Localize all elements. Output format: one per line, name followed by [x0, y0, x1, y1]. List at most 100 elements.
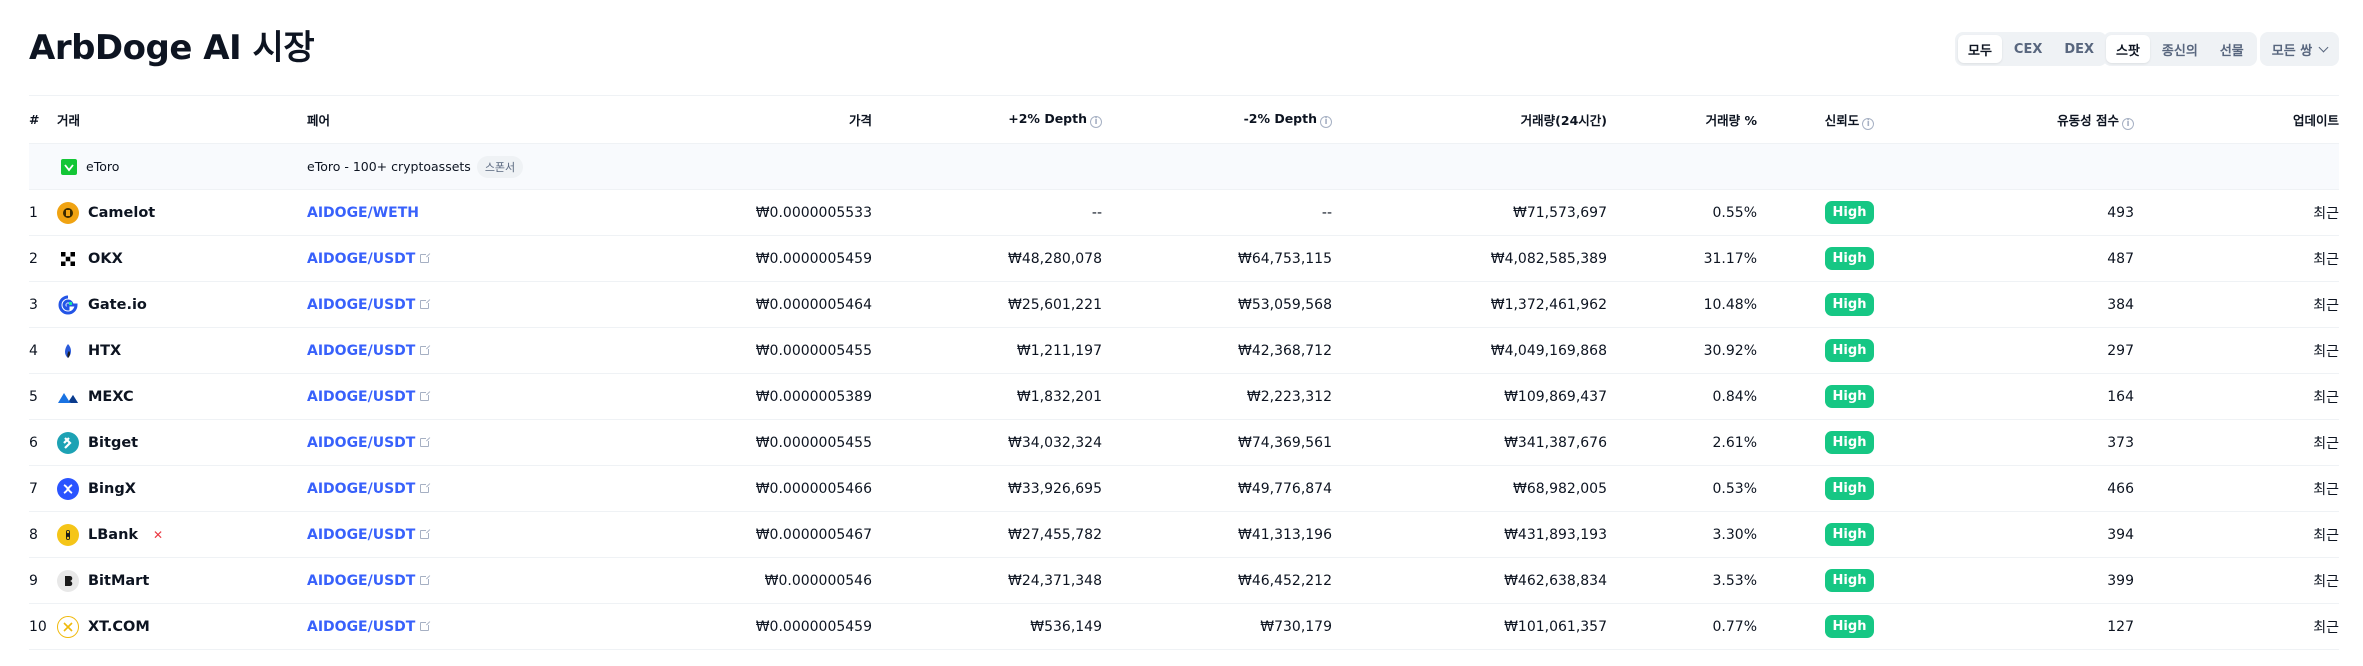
info-icon[interactable]: i	[1862, 117, 1875, 130]
table-row[interactable]: 5 MEXC AIDOGE/USDT ₩0.0000005389 ₩1,832,…	[29, 373, 2339, 420]
col-depth-plus[interactable]: +2% Depth i	[872, 95, 1102, 144]
depth-plus-cell: --	[872, 189, 1102, 236]
exchange-cell[interactable]: BitMart	[57, 569, 307, 592]
external-link-icon[interactable]	[420, 435, 432, 447]
filter-all-button[interactable]: 모두	[1958, 35, 2002, 63]
filter-spot-button[interactable]: 스팟	[2106, 35, 2150, 63]
exchange-cell[interactable]: Gate.io	[57, 294, 307, 316]
table-row[interactable]: 8 LBank ✕ AIDOGE/USDT ₩0.0000005467 ₩27,…	[29, 511, 2339, 558]
exchange-cell[interactable]: BingX	[57, 477, 307, 500]
pair-link[interactable]: AIDOGE/USDT	[307, 573, 415, 589]
col-pair[interactable]: 페어	[307, 95, 547, 144]
col-price[interactable]: 가격	[547, 95, 872, 144]
col-depth-minus[interactable]: -2% Depth i	[1102, 95, 1332, 144]
exchange-cell[interactable]: Bitget	[57, 431, 307, 454]
col-updated[interactable]: 업데이트	[2134, 95, 2339, 144]
table-row[interactable]: 3 Gate.io AIDOGE/USDT ₩0.0000005464 ₩25,…	[29, 281, 2339, 328]
volume-cell: ₩4,049,169,868	[1332, 327, 1607, 374]
volume-pct-cell: 0.77%	[1607, 603, 1757, 650]
pair-link[interactable]: AIDOGE/USDT	[307, 527, 415, 543]
liquidity-cell: 399	[1942, 557, 2134, 604]
page-header: ArbDoge AI 시장 모두 CEX DEX 스팟 종신의 선물 모든 쌍	[29, 26, 2339, 74]
table-row[interactable]: 4 HTX AIDOGE/USDT ₩0.0000005455 ₩1,211,1…	[29, 327, 2339, 374]
exchange-cell[interactable]: OKX	[57, 248, 307, 270]
pair-link[interactable]: AIDOGE/USDT	[307, 619, 415, 635]
filter-perpetual-button[interactable]: 종신의	[2152, 35, 2208, 63]
external-link-icon[interactable]	[420, 389, 432, 401]
filter-futures-button[interactable]: 선물	[2210, 35, 2254, 63]
liquidity-cell: 297	[1942, 327, 2134, 374]
col-rank[interactable]: #	[29, 95, 57, 144]
volume-cell: ₩71,573,697	[1332, 189, 1607, 236]
volume-pct-cell: 31.17%	[1607, 235, 1757, 282]
col-exchange[interactable]: 거래	[57, 95, 307, 144]
updated-cell: 최근	[2134, 373, 2339, 420]
table-header-row: # 거래 페어 가격 +2% Depth i -2% Depth i 거래량(24시…	[29, 95, 2339, 144]
exchange-cell[interactable]: Camelot	[57, 201, 307, 224]
depth-plus-cell: ₩1,211,197	[872, 327, 1102, 374]
exchange-cell[interactable]: HTX	[57, 340, 307, 362]
pair-link[interactable]: AIDOGE/USDT	[307, 251, 415, 267]
depth-plus-cell: ₩48,280,078	[872, 235, 1102, 282]
sponsored-row[interactable]: eToro eToro - 100+ cryptoassets 스폰서	[29, 143, 2339, 190]
depth-minus-cell: ₩64,753,115	[1102, 235, 1332, 282]
sponsor-name: eToro	[86, 159, 120, 174]
warning-icon[interactable]: ✕	[153, 528, 163, 542]
volume-cell: ₩462,638,834	[1332, 557, 1607, 604]
volume-cell: ₩341,387,676	[1332, 419, 1607, 466]
exchange-cell[interactable]: LBank ✕	[57, 523, 307, 546]
filter-dex-button[interactable]: DEX	[2054, 35, 2104, 63]
col-volume[interactable]: 거래량(24시간)	[1332, 95, 1607, 144]
table-row[interactable]: 1 Camelot AIDOGE/WETH ₩0.0000005533 -- -…	[29, 189, 2339, 236]
info-icon[interactable]: i	[1090, 116, 1102, 128]
external-link-icon[interactable]	[420, 251, 432, 263]
liquidity-cell: 487	[1942, 235, 2134, 282]
external-link-icon[interactable]	[420, 343, 432, 355]
table-row[interactable]: 10 XT.COM AIDOGE/USDT ₩0.0000005459 ₩536…	[29, 603, 2339, 650]
price-cell: ₩0.0000005455	[547, 327, 872, 374]
exchange-name: XT.COM	[88, 618, 150, 635]
table-row[interactable]: 2 OKX AIDOGE/USDT ₩0.0000005459 ₩48,280,…	[29, 235, 2339, 282]
price-cell: ₩0.0000005389	[547, 373, 872, 420]
xtcom-logo	[57, 615, 79, 638]
sponsor-text[interactable]: eToro - 100+ cryptoassets	[307, 159, 471, 174]
info-icon[interactable]: i	[1320, 116, 1332, 128]
depth-minus-cell: ₩41,313,196	[1102, 511, 1332, 558]
pair-link[interactable]: AIDOGE/USDT	[307, 435, 415, 451]
exchange-type-toggle: 모두 CEX DEX	[1955, 32, 2108, 66]
external-link-icon[interactable]	[420, 573, 432, 585]
external-link-icon[interactable]	[420, 527, 432, 539]
pair-link[interactable]: AIDOGE/WETH	[307, 205, 419, 221]
price-cell: ₩0.0000005467	[547, 511, 872, 558]
table-row[interactable]: 6 Bitget AIDOGE/USDT ₩0.0000005455 ₩34,0…	[29, 419, 2339, 466]
col-confidence[interactable]: 신뢰도 i	[1757, 95, 1942, 144]
price-cell: ₩0.0000005464	[547, 281, 872, 328]
table-row[interactable]: 7 BingX AIDOGE/USDT ₩0.0000005466 ₩33,92…	[29, 465, 2339, 512]
volume-pct-cell: 2.61%	[1607, 419, 1757, 466]
external-link-icon[interactable]	[420, 481, 432, 493]
volume-cell: ₩4,082,585,389	[1332, 235, 1607, 282]
exchange-cell[interactable]: MEXC	[57, 386, 307, 408]
depth-plus-cell: ₩24,371,348	[872, 557, 1102, 604]
confidence-badge: High	[1824, 385, 1875, 408]
pair-link[interactable]: AIDOGE/USDT	[307, 297, 415, 313]
info-icon[interactable]: i	[2122, 117, 2134, 130]
confidence-badge: High	[1824, 477, 1875, 500]
col-confidence-label: 신뢰도	[1824, 112, 1860, 128]
pair-link[interactable]: AIDOGE/USDT	[307, 343, 415, 359]
liquidity-cell: 384	[1942, 281, 2134, 328]
pair-link[interactable]: AIDOGE/USDT	[307, 389, 415, 405]
pair-link[interactable]: AIDOGE/USDT	[307, 481, 415, 497]
filter-cex-button[interactable]: CEX	[2004, 35, 2052, 63]
exchange-name: OKX	[88, 250, 123, 267]
external-link-icon[interactable]	[420, 619, 432, 631]
external-link-icon[interactable]	[420, 297, 432, 309]
confidence-badge: High	[1824, 339, 1875, 362]
col-liquidity[interactable]: 유동성 점수 i	[1942, 95, 2134, 144]
updated-cell: 최근	[2134, 511, 2339, 558]
exchange-cell[interactable]: XT.COM	[57, 615, 307, 638]
table-row[interactable]: 9 BitMart AIDOGE/USDT ₩0.000000546 ₩24,3…	[29, 557, 2339, 604]
pairs-dropdown[interactable]: 모든 쌍	[2260, 32, 2339, 66]
col-volume-pct[interactable]: 거래량 %	[1607, 95, 1757, 144]
confidence-badge: High	[1824, 431, 1875, 454]
